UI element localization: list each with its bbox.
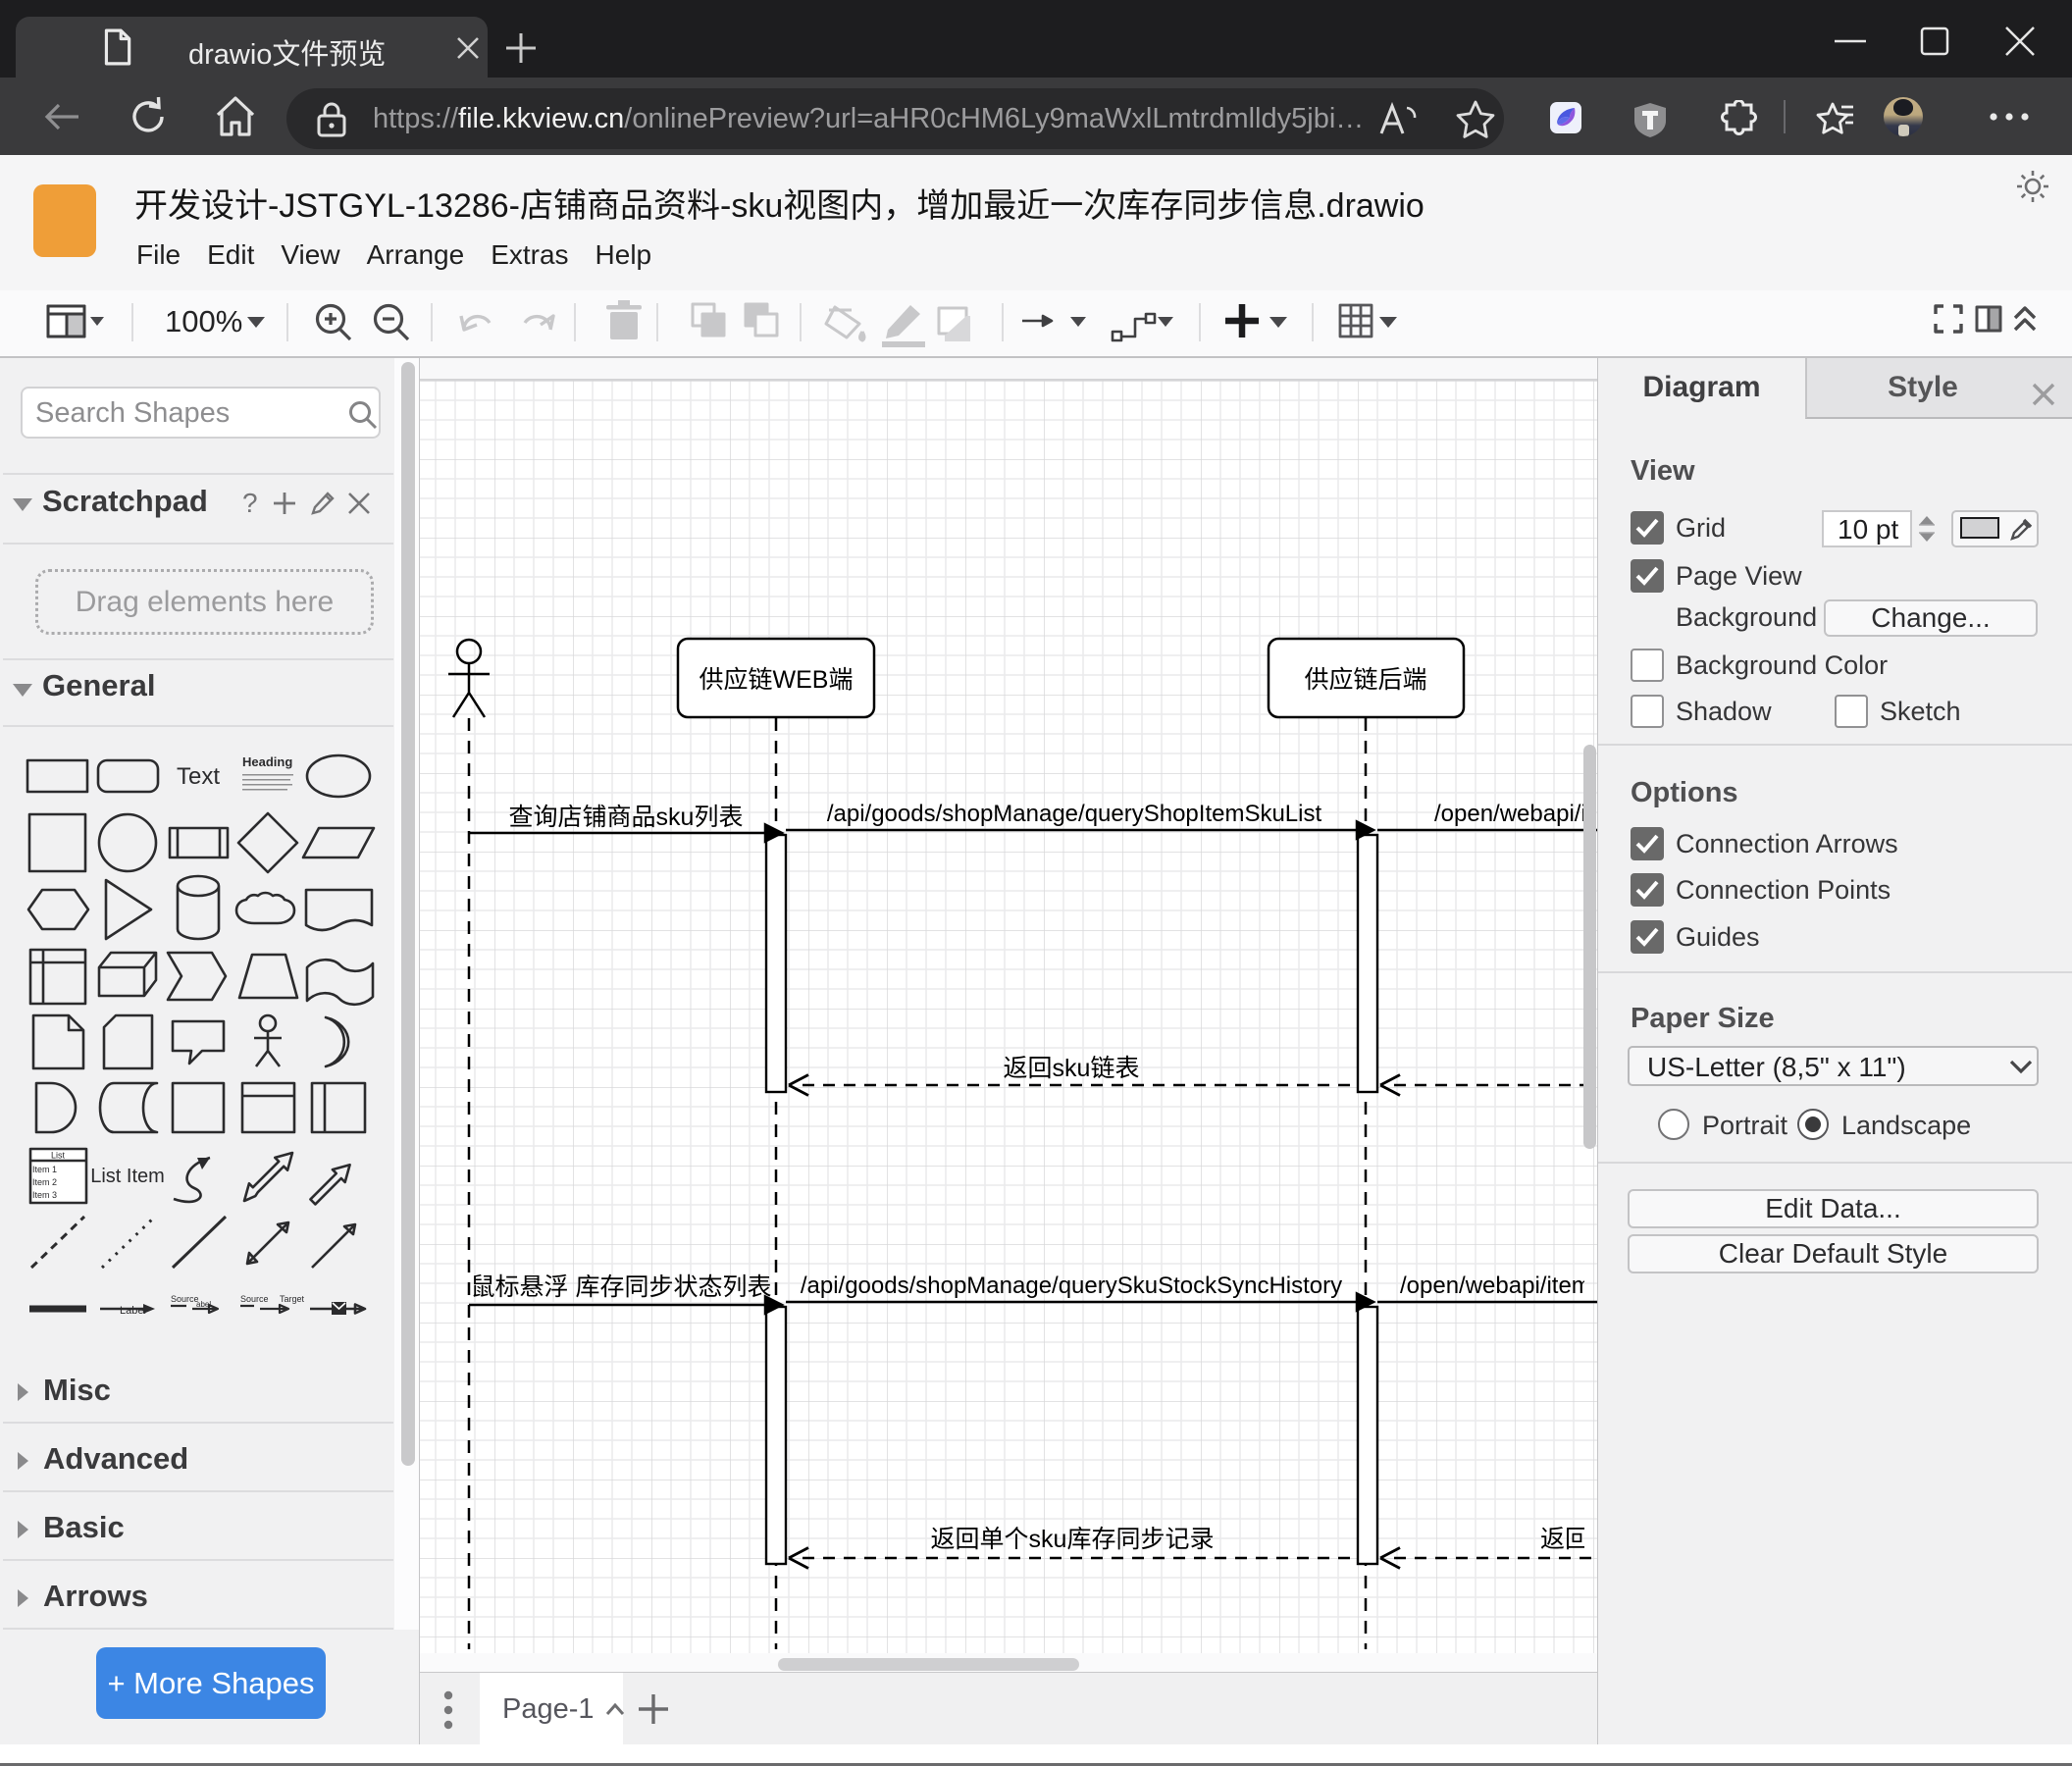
- svg-text:返回单个sku库存同步记录: 返回单个sku库存同步记录: [931, 1526, 1215, 1553]
- svg-text:Item 2: Item 2: [32, 1177, 57, 1187]
- svg-text:Text: Text: [177, 763, 220, 790]
- svg-text:Item 3: Item 3: [32, 1190, 57, 1200]
- svg-text:Heading: Heading: [242, 754, 292, 769]
- svg-text:100%: 100%: [165, 304, 242, 338]
- svg-text:供应链WEB端: 供应链WEB端: [699, 666, 854, 694]
- svg-text:Source: Source: [171, 1294, 199, 1304]
- svg-text:/open/webapi/item: /open/webapi/item: [1434, 801, 1597, 827]
- svg-text:Label: Label: [120, 1305, 146, 1317]
- svg-text:List Item: List Item: [90, 1166, 165, 1187]
- svg-text:/open/webapi/itemStock: /open/webapi/itemStock: [1400, 1273, 1597, 1299]
- svg-text:/api/goods/shopManage/querySku: /api/goods/shopManage/querySkuStockSyncH…: [801, 1273, 1342, 1299]
- svg-text:Item 1: Item 1: [32, 1165, 57, 1174]
- svg-text:List: List: [51, 1151, 66, 1161]
- svg-text:Source: Source: [240, 1294, 269, 1304]
- svg-text:/api/goods/shopManage/querySho: /api/goods/shopManage/queryShopItemSkuLi…: [827, 801, 1322, 827]
- svg-text:返回sku链表: 返回sku链表: [1004, 1055, 1140, 1082]
- svg-text:供应链后端: 供应链后端: [1304, 666, 1426, 694]
- svg-text:查询店铺商品sku列表: 查询店铺商品sku列表: [509, 804, 744, 831]
- svg-text:abel: abel: [196, 1300, 211, 1309]
- svg-text:鼠标悬浮 库存同步状态列表: 鼠标悬浮 库存同步状态列表: [471, 1273, 772, 1301]
- svg-text:Target: Target: [280, 1294, 305, 1304]
